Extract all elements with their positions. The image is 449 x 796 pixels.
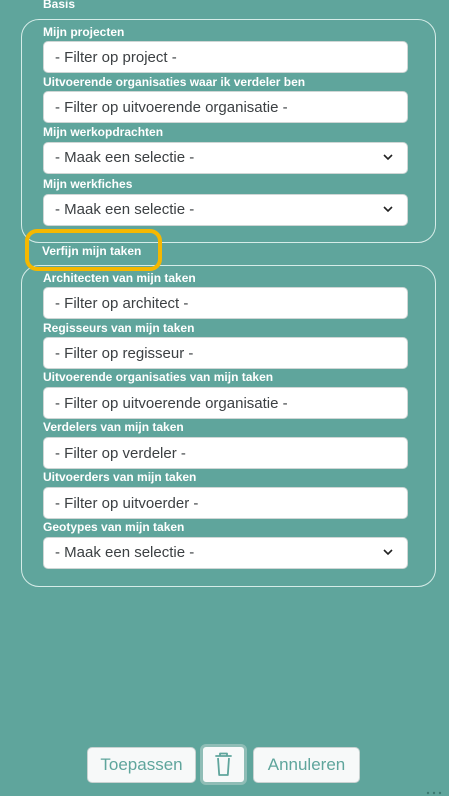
- geotypes-value: - Maak een selectie -: [55, 544, 195, 561]
- distributors-label: Verdelers van mijn taken: [43, 420, 184, 434]
- trash-icon: [215, 752, 232, 776]
- clear-filters-button[interactable]: [200, 744, 247, 785]
- section-title-basis: Basis: [43, 0, 76, 11]
- directors-filter-input[interactable]: [43, 337, 408, 369]
- architects-filter-input[interactable]: [43, 287, 408, 319]
- chevron-down-icon: [383, 154, 393, 161]
- work-sheets-label: Mijn werkfiches: [43, 177, 133, 191]
- work-orders-select[interactable]: - Maak een selectie -: [43, 142, 408, 174]
- apply-button[interactable]: Toepassen: [87, 747, 196, 783]
- directors-label: Regisseurs van mijn taken: [43, 321, 195, 335]
- orgs-filter-input[interactable]: [43, 387, 408, 419]
- executors-filter-input[interactable]: [43, 487, 408, 519]
- orgs-distributor-label: Uitvoerende organisaties waar ik verdele…: [43, 75, 306, 89]
- orgs-distributor-filter-input[interactable]: [43, 91, 408, 123]
- executors-label: Uitvoerders van mijn taken: [43, 470, 197, 484]
- work-sheets-value: - Maak een selectie -: [55, 201, 195, 218]
- projects-filter-input[interactable]: [43, 41, 408, 73]
- cancel-button[interactable]: Annuleren: [253, 747, 360, 783]
- projects-label: Mijn projecten: [43, 25, 125, 39]
- chevron-down-icon: [383, 549, 393, 556]
- geotypes-label: Geotypes van mijn taken: [43, 520, 185, 534]
- distributors-filter-input[interactable]: [43, 437, 408, 469]
- resize-handle-icon: [426, 791, 442, 795]
- work-orders-value: - Maak een selectie -: [55, 149, 195, 166]
- architects-label: Architecten van mijn taken: [43, 271, 196, 285]
- geotypes-select[interactable]: - Maak een selectie -: [43, 537, 408, 569]
- orgs-label: Uitvoerende organisaties van mijn taken: [43, 370, 274, 384]
- work-sheets-select[interactable]: - Maak een selectie -: [43, 194, 408, 226]
- highlight-box: [25, 229, 162, 271]
- work-orders-label: Mijn werkopdrachten: [43, 125, 164, 139]
- chevron-down-icon: [383, 206, 393, 213]
